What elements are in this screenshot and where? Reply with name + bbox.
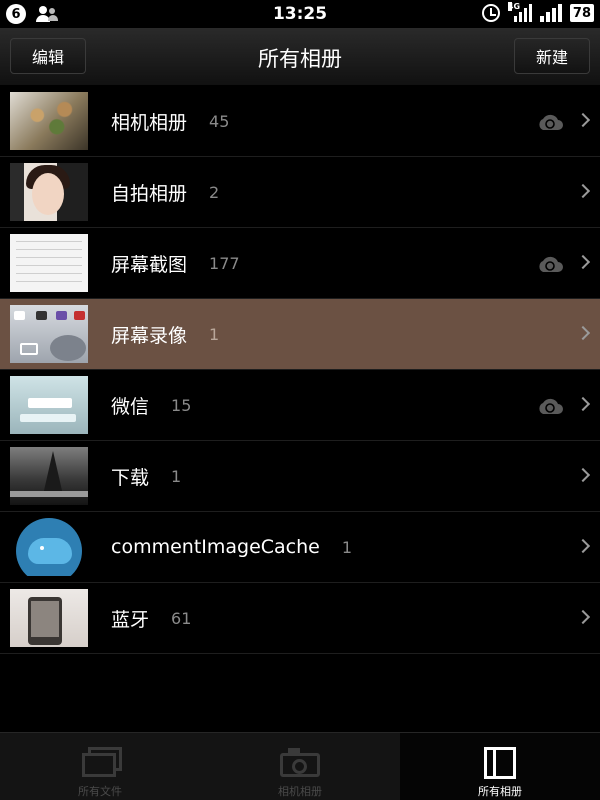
album-name: 微信	[111, 395, 150, 418]
album-thumbnail	[10, 518, 88, 576]
album-count: 1	[341, 537, 353, 557]
album-name: 蓝牙	[111, 608, 150, 631]
camera-icon	[280, 747, 320, 777]
page-title: 所有相册	[258, 47, 342, 71]
album-thumbnail	[10, 163, 88, 221]
album-label: 相机相册 45	[111, 86, 229, 156]
album-count: 61	[171, 608, 192, 628]
album-row-download[interactable]: 下载 1	[0, 441, 600, 512]
tab-label: 所有文件	[78, 785, 122, 798]
album-name: 自拍相册	[111, 182, 188, 205]
album-label: 下载 1	[111, 441, 181, 511]
album-thumbnail	[10, 589, 88, 647]
tab-all-albums[interactable]: 所有相册	[400, 733, 600, 800]
album-name: 屏幕截图	[111, 253, 188, 276]
tab-bar: 所有文件 相机相册 所有相册	[0, 732, 600, 800]
album-name: 屏幕录像	[111, 324, 188, 347]
cloud-sync-icon[interactable]	[536, 255, 564, 273]
tab-camera-album[interactable]: 相机相册	[200, 733, 400, 800]
album-thumbnail	[10, 376, 88, 434]
album-label: 屏幕录像 1	[111, 299, 219, 369]
album-list: 相机相册 45 自拍相册 2 屏幕截图 177 屏幕录像 1 微信 15 下载 …	[0, 86, 600, 654]
album-icon	[484, 747, 516, 779]
album-label: 微信 15	[111, 370, 191, 440]
tab-all-files[interactable]: 所有文件	[0, 733, 200, 800]
battery-indicator: 78	[569, 4, 594, 22]
album-count: 2	[209, 182, 220, 202]
album-label: 蓝牙 61	[111, 583, 191, 653]
album-thumbnail	[10, 234, 88, 292]
album-name: commentImageCache	[111, 536, 320, 558]
chevron-right-icon	[575, 538, 591, 554]
album-row-wechat[interactable]: 微信 15	[0, 370, 600, 441]
album-count: 15	[171, 395, 192, 415]
album-thumbnail	[10, 305, 88, 363]
network-label: 4G	[507, 2, 521, 11]
signal-4g-icon: 4G	[507, 2, 532, 22]
status-right: 4G 78	[481, 2, 594, 22]
album-label: commentImageCache 1	[111, 512, 352, 582]
status-bar: 6 13:25 4G 78	[0, 0, 600, 28]
album-row-bluetooth[interactable]: 蓝牙 61	[0, 583, 600, 654]
chevron-right-icon	[575, 396, 591, 412]
chevron-right-icon	[575, 112, 591, 128]
tab-label: 相机相册	[278, 785, 322, 798]
nav-bar: 编辑 所有相册 新建	[0, 28, 600, 86]
files-icon	[82, 747, 122, 779]
chevron-right-icon	[575, 467, 591, 483]
cloud-sync-icon[interactable]	[536, 397, 564, 415]
alarm-icon	[481, 4, 500, 22]
tab-label: 所有相册	[478, 785, 522, 798]
chevron-right-icon	[575, 609, 591, 625]
chevron-right-icon	[575, 183, 591, 199]
album-thumbnail	[10, 447, 88, 505]
album-thumbnail	[10, 92, 88, 150]
album-name: 下载	[111, 466, 150, 489]
new-album-button[interactable]: 新建	[514, 38, 590, 74]
album-row-selfie[interactable]: 自拍相册 2	[0, 157, 600, 228]
album-row-screen-recording[interactable]: 屏幕录像 1	[0, 299, 600, 370]
album-row-screenshots[interactable]: 屏幕截图 177	[0, 228, 600, 299]
album-count: 45	[209, 111, 230, 131]
album-count: 1	[171, 466, 182, 486]
album-count: 1	[209, 324, 220, 344]
cloud-sync-icon[interactable]	[536, 113, 564, 131]
album-label: 自拍相册 2	[111, 157, 219, 227]
chevron-right-icon	[575, 325, 591, 341]
album-label: 屏幕截图 177	[111, 228, 240, 298]
album-name: 相机相册	[111, 111, 188, 134]
signal-strength-icon	[539, 4, 562, 22]
chevron-right-icon	[575, 254, 591, 270]
album-row-camera[interactable]: 相机相册 45	[0, 86, 600, 157]
album-row-comment-image-cache[interactable]: commentImageCache 1	[0, 512, 600, 583]
album-count: 177	[209, 253, 240, 273]
